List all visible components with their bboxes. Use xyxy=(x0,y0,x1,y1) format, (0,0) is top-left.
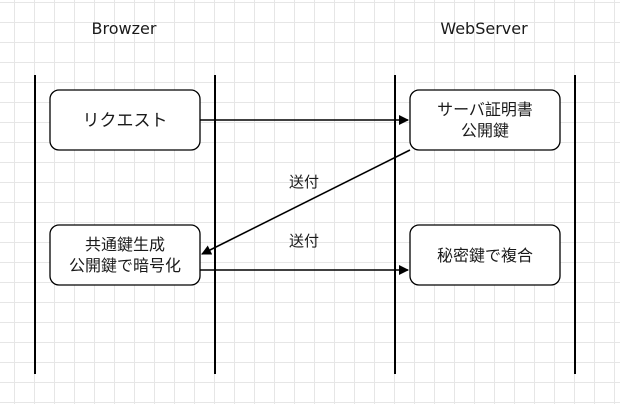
sequence-diagram: Browzer WebServer 送付 送付 リクエスト サーバ証明書 公開鍵… xyxy=(34,19,576,374)
node-server-certificate-box xyxy=(409,89,561,151)
edge-label-send-cert: 送付 xyxy=(289,173,319,191)
node-request-label: リクエスト xyxy=(83,111,168,131)
node-decrypt[interactable]: 秘密鍵で複合 xyxy=(409,224,561,286)
node-server-certificate-line2: 公開鍵 xyxy=(461,121,509,140)
edge-label-send-key: 送付 xyxy=(289,232,319,250)
node-shared-key-line1: 共通鍵生成 xyxy=(85,235,165,254)
lane-title-browser: Browzer xyxy=(92,19,157,38)
node-shared-key-box xyxy=(49,224,201,286)
lane-title-server: WebServer xyxy=(440,19,528,38)
node-shared-key[interactable]: 共通鍵生成 公開鍵で暗号化 xyxy=(49,224,201,286)
node-decrypt-label: 秘密鍵で複合 xyxy=(437,246,533,265)
node-request[interactable]: リクエスト xyxy=(49,89,201,151)
node-server-certificate-line1: サーバ証明書 xyxy=(437,100,533,119)
node-server-certificate[interactable]: サーバ証明書 公開鍵 xyxy=(409,89,561,151)
node-shared-key-line2: 公開鍵で暗号化 xyxy=(69,256,181,275)
